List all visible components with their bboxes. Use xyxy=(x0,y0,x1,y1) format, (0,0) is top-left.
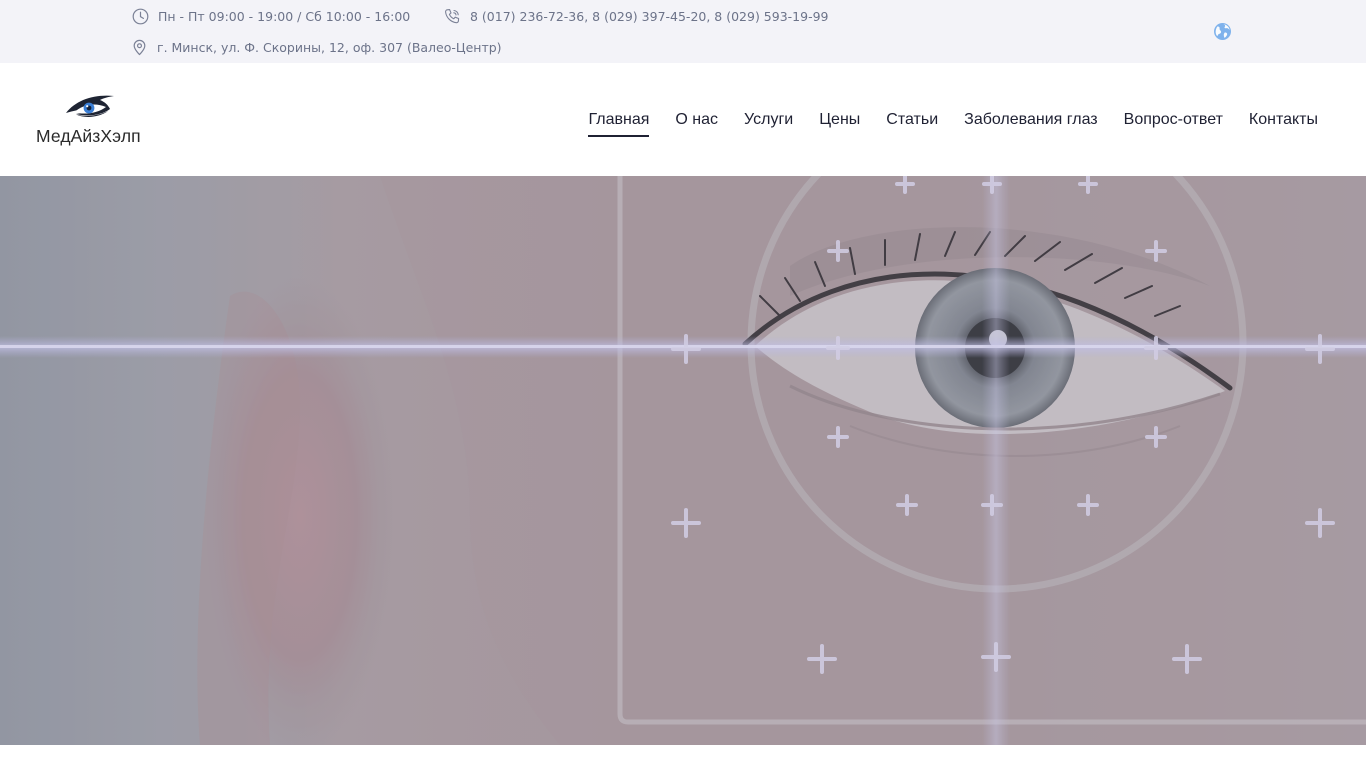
address-text: г. Минск, ул. Ф. Скорины, 12, оф. 307 (В… xyxy=(157,39,502,55)
nav-item-services[interactable]: Услуги xyxy=(744,107,793,133)
eye-logo-icon xyxy=(66,95,114,117)
main-navigation: Главная О нас Услуги Цены Статьи Заболев… xyxy=(562,63,1318,176)
phone-icon xyxy=(445,8,460,23)
site-header: МедАйзХэлп Главная О нас Услуги Цены Ста… xyxy=(0,63,1366,176)
nav-item-articles[interactable]: Статьи xyxy=(886,107,938,133)
top-info-bar: Пн - Пт 09:00 - 19:00 / Сб 10:00 - 16:00… xyxy=(0,0,1366,63)
working-hours-text: Пн - Пт 09:00 - 19:00 / Сб 10:00 - 16:00 xyxy=(158,8,411,24)
hero-eye-scan-image xyxy=(0,176,1366,745)
nav-item-home[interactable]: Главная xyxy=(588,107,649,137)
hero-banner xyxy=(0,176,1366,745)
site-logo[interactable]: МедАйзХэлп xyxy=(34,90,150,148)
logo-text: МедАйзХэлп xyxy=(36,126,141,146)
nav-item-faq[interactable]: Вопрос-ответ xyxy=(1124,107,1223,133)
nav-item-eye-diseases[interactable]: Заболевания глаз xyxy=(964,107,1097,133)
nav-item-prices[interactable]: Цены xyxy=(819,107,860,133)
address: г. Минск, ул. Ф. Скорины, 12, оф. 307 (В… xyxy=(131,38,502,56)
nav-item-about[interactable]: О нас xyxy=(675,107,718,133)
phone-numbers-text[interactable]: 8 (017) 236-72-36, 8 (029) 397-45-20, 8 … xyxy=(470,9,829,24)
language-switcher[interactable] xyxy=(1213,22,1232,41)
globe-icon xyxy=(1214,23,1231,40)
nav-item-contacts[interactable]: Контакты xyxy=(1249,107,1318,133)
clock-icon xyxy=(132,8,149,24)
working-hours: Пн - Пт 09:00 - 19:00 / Сб 10:00 - 16:00 xyxy=(132,7,410,25)
map-pin-icon xyxy=(133,39,146,55)
phone-numbers[interactable]: 8 (017) 236-72-36, 8 (029) 397-45-20, 8 … xyxy=(444,7,829,25)
